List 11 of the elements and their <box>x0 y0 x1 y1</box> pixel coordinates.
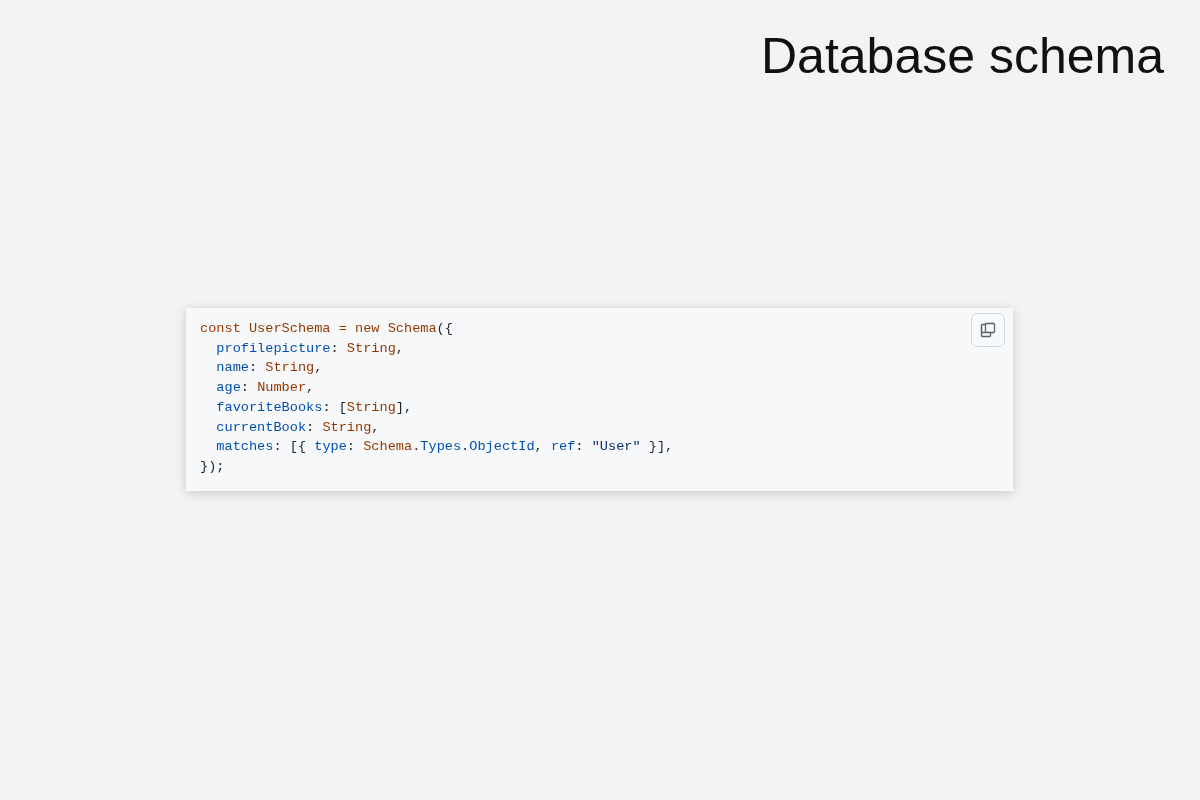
code-line: matches: [{ type: Schema.Types.ObjectId, ref: "User" }], <box>215 438 674 457</box>
page-title: Database schema <box>761 27 1164 86</box>
copy-icon <box>980 322 996 338</box>
code-line: const UserSchema = new Schema({ <box>200 320 453 338</box>
code-line: currentBook: String, <box>215 418 380 437</box>
code-line: age: Number, <box>215 379 315 398</box>
copy-button[interactable] <box>971 313 1005 347</box>
code-line: favoriteBooks: [String], <box>215 398 413 417</box>
code-line: }); <box>200 457 225 476</box>
code-line: profilepicture: String, <box>215 339 404 358</box>
code-line: name: String, <box>215 359 323 378</box>
